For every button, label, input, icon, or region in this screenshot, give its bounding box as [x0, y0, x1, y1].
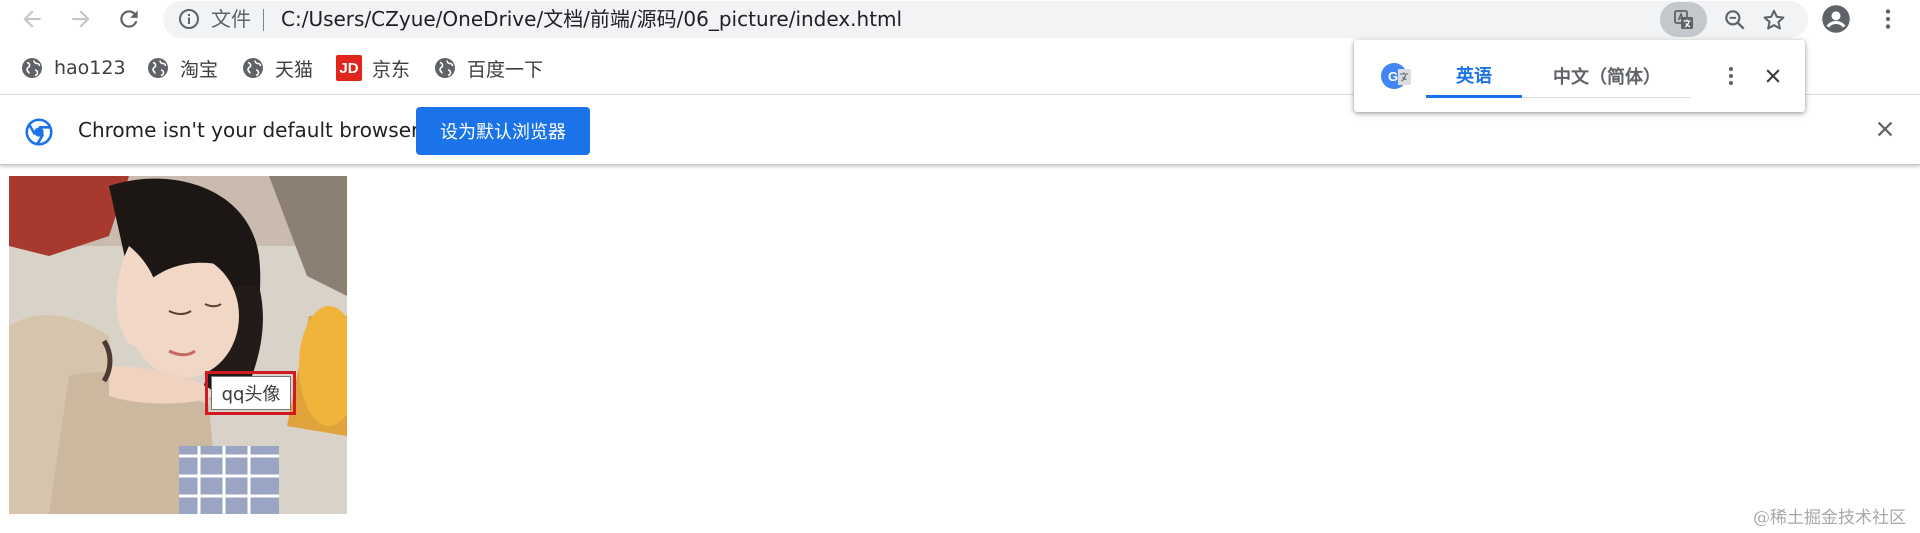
address-url[interactable]: C:/Users/CZyue/OneDrive/文档/前端/源码/06_pict… [281, 6, 902, 33]
image-title-tooltip: qq头像 [211, 376, 291, 410]
chrome-logo-icon [25, 118, 53, 146]
translate-language-tabs: 英语 中文（简体） [1426, 54, 1691, 98]
portrait-photo [9, 176, 347, 514]
account-circle-icon [1822, 5, 1850, 33]
reload-icon [120, 10, 138, 28]
infobar-message: Chrome isn't your default browser [78, 118, 420, 142]
info-icon[interactable] [177, 7, 201, 31]
arrow-left-icon [23, 10, 41, 28]
arrow-right-icon [72, 10, 90, 28]
bookmark-hao123[interactable]: hao123 [20, 46, 126, 90]
translate-popup: G 英语 中文（简体） [1354, 40, 1805, 112]
zoom-icon [1725, 10, 1745, 30]
translate-button[interactable] [1660, 2, 1707, 37]
bookmark-baidu[interactable]: 百度一下 [433, 46, 543, 90]
globe-icon [148, 58, 168, 78]
more-vert-icon [1885, 9, 1891, 29]
globe-icon [243, 58, 263, 78]
star-icon [1763, 9, 1785, 30]
address-bar[interactable]: 文件 C:/Users/CZyue/OneDrive/文档/前端/源码/06_p… [163, 1, 1808, 38]
bookmark-label: 天猫 [275, 58, 314, 81]
translate-icon [1673, 9, 1693, 29]
google-translate-icon: G [1381, 63, 1411, 89]
profile-button[interactable] [1820, 3, 1852, 35]
watermark: @稀土掘金技术社区 [1753, 508, 1906, 528]
tab-target-language[interactable]: 中文（简体） [1532, 54, 1682, 98]
more-vert-icon [1729, 67, 1733, 85]
qq-avatar-image[interactable] [9, 176, 347, 514]
bookmark-label: 百度一下 [467, 58, 544, 81]
bookmark-star-button[interactable] [1760, 6, 1788, 34]
bookmark-taobao[interactable]: 淘宝 [146, 46, 218, 90]
translate-close-button[interactable] [1759, 62, 1787, 90]
globe-icon [22, 58, 42, 78]
bookmark-label: 淘宝 [180, 58, 219, 81]
address-prefix: 文件 [211, 7, 251, 31]
reload-button[interactable] [109, 0, 149, 38]
zoom-button[interactable] [1721, 6, 1749, 34]
back-button[interactable] [12, 0, 52, 38]
tab-source-language[interactable]: 英语 [1426, 54, 1522, 98]
bookmark-tmall[interactable]: 天猫 [241, 46, 313, 90]
close-icon [1766, 69, 1780, 83]
translate-options-button[interactable] [1717, 60, 1745, 92]
browser-toolbar: 文件 C:/Users/CZyue/OneDrive/文档/前端/源码/06_p… [0, 0, 1920, 38]
address-separator [263, 9, 264, 31]
set-default-browser-button[interactable]: 设为默认浏览器 [416, 107, 590, 155]
chrome-menu-button[interactable] [1872, 3, 1904, 35]
bookmark-jd[interactable]: JD 京东 [336, 46, 410, 90]
bookmark-label: hao123 [54, 57, 126, 79]
bookmark-label: 京东 [372, 58, 411, 81]
globe-icon [435, 58, 455, 78]
forward-button[interactable] [61, 0, 101, 38]
jd-logo-icon: JD [336, 55, 362, 81]
infobar-close-button[interactable] [1871, 115, 1899, 143]
close-icon [1877, 121, 1893, 137]
svg-text:G: G [1388, 69, 1398, 84]
